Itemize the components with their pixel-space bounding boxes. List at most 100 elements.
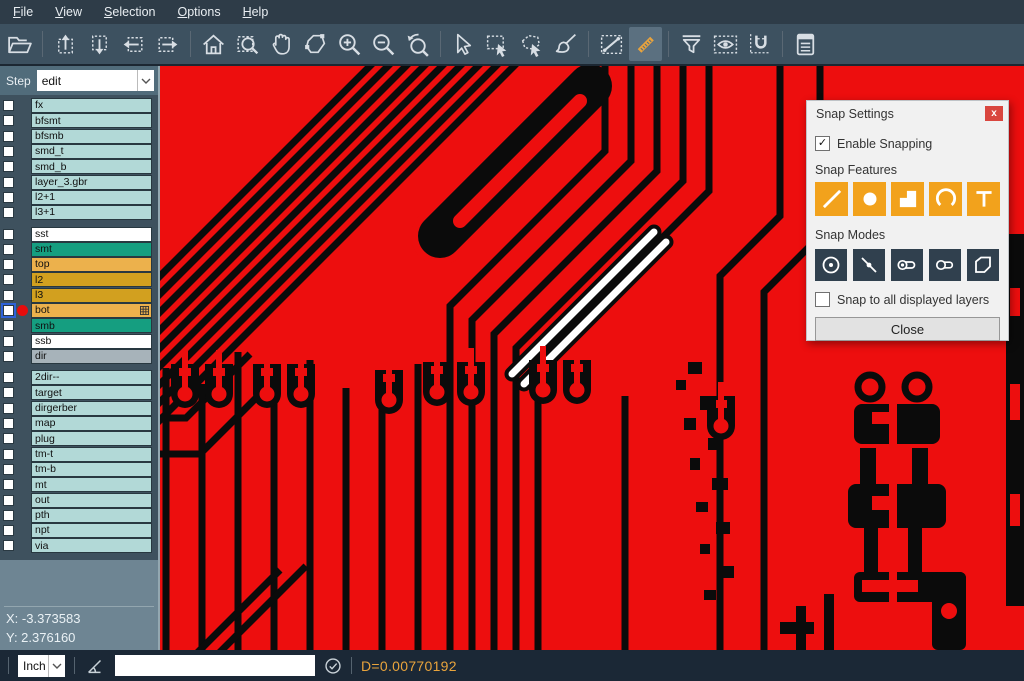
- layer-name-sst[interactable]: sst: [31, 227, 152, 242]
- layer-name-l2+1[interactable]: l2+1: [31, 190, 152, 205]
- open-file-button[interactable]: [3, 27, 36, 61]
- layer-name-out[interactable]: out: [31, 493, 152, 508]
- layer-checkbox-bfsmb[interactable]: [3, 131, 14, 142]
- close-button[interactable]: Close: [815, 317, 1000, 341]
- layer-checkbox-layer_3.gbr[interactable]: [3, 177, 14, 188]
- layer-name-ssb[interactable]: ssb: [31, 334, 152, 349]
- snap-magnet-button[interactable]: [743, 27, 776, 61]
- layer-name-smt[interactable]: smt: [31, 242, 152, 257]
- layer-name-top[interactable]: top: [31, 257, 152, 272]
- layer-checkbox-smd_b[interactable]: [3, 161, 14, 172]
- layer-name-2dir--[interactable]: 2dir--: [31, 370, 152, 385]
- layer-checkbox-bfsmt[interactable]: [3, 115, 14, 126]
- layer-checkbox-ssb[interactable]: [3, 336, 14, 347]
- zoom-in-button[interactable]: [333, 27, 366, 61]
- layer-checkbox-smt[interactable]: [3, 244, 14, 255]
- layer-checkbox-target[interactable]: [3, 387, 14, 398]
- layer-name-smd_b[interactable]: smd_b: [31, 159, 152, 174]
- scroll-right-button[interactable]: [151, 27, 184, 61]
- layer-name-pth[interactable]: pth: [31, 508, 152, 523]
- snap-mode-corner-button[interactable]: [967, 249, 999, 281]
- command-input[interactable]: [115, 655, 315, 676]
- layer-checkbox-smd_t[interactable]: [3, 146, 14, 157]
- menu-file[interactable]: File: [2, 0, 44, 24]
- zoom-previous-button[interactable]: [401, 27, 434, 61]
- layer-checkbox-fx[interactable]: [3, 100, 14, 111]
- layer-name-dirgerber[interactable]: dirgerber: [31, 401, 152, 416]
- angle-measure-icon[interactable]: [84, 655, 106, 677]
- layer-checkbox-tm-t[interactable]: [3, 449, 14, 460]
- layer-checkbox-2dir--[interactable]: [3, 372, 14, 383]
- layer-name-layer_3.gbr[interactable]: layer_3.gbr: [31, 175, 152, 190]
- step-dropdown[interactable]: edit: [37, 70, 154, 91]
- layer-checkbox-dir[interactable]: [3, 351, 14, 362]
- zoom-window-button[interactable]: [231, 27, 264, 61]
- snap-feature-surface-button[interactable]: [891, 182, 924, 216]
- layer-name-bfsmb[interactable]: bfsmb: [31, 129, 152, 144]
- layer-name-smb[interactable]: smb: [31, 318, 152, 333]
- measure-distance-button[interactable]: [595, 27, 628, 61]
- layer-checkbox-dirgerber[interactable]: [3, 403, 14, 414]
- home-view-button[interactable]: [197, 27, 230, 61]
- layer-name-bot[interactable]: bot: [31, 303, 152, 318]
- layer-checkbox-via[interactable]: [3, 540, 14, 551]
- units-dropdown[interactable]: Inch: [18, 655, 65, 677]
- layer-name-fx[interactable]: fx: [31, 98, 152, 113]
- layer-name-smd_t[interactable]: smd_t: [31, 144, 152, 159]
- layer-name-tm-t[interactable]: tm-t: [31, 447, 152, 462]
- layer-checkbox-l3+1[interactable]: [3, 207, 14, 218]
- layer-checkbox-l2[interactable]: [3, 274, 14, 285]
- snap-feature-pad-button[interactable]: [853, 182, 886, 216]
- snap-mode-midpoint-button[interactable]: [853, 249, 885, 281]
- layer-name-via[interactable]: via: [31, 538, 152, 553]
- snap-all-layers-checkbox[interactable]: [815, 292, 830, 307]
- select-polygon-button[interactable]: [515, 27, 548, 61]
- snap-mode-slot-outline-button[interactable]: [929, 249, 961, 281]
- dialog-close-icon[interactable]: x: [985, 106, 1003, 121]
- layer-name-bfsmt[interactable]: bfsmt: [31, 113, 152, 128]
- snap-feature-line-button[interactable]: [815, 182, 848, 216]
- layer-checkbox-mt[interactable]: [3, 479, 14, 490]
- layer-name-l2[interactable]: l2: [31, 272, 152, 287]
- report-button[interactable]: [789, 27, 822, 61]
- ruler-button[interactable]: [629, 27, 662, 61]
- layer-name-dir[interactable]: dir: [31, 349, 152, 364]
- menu-selection[interactable]: Selection: [93, 0, 166, 24]
- layer-checkbox-top[interactable]: [3, 259, 14, 270]
- menu-view[interactable]: View: [44, 0, 93, 24]
- layer-name-l3[interactable]: l3: [31, 288, 152, 303]
- zoom-out-button[interactable]: [367, 27, 400, 61]
- snap-feature-arc-button[interactable]: [929, 182, 962, 216]
- layer-checkbox-pth[interactable]: [3, 510, 14, 521]
- layer-name-npt[interactable]: npt: [31, 523, 152, 538]
- layer-checkbox-bot[interactable]: [3, 305, 14, 316]
- layer-name-map[interactable]: map: [31, 416, 152, 431]
- snap-mode-center-button[interactable]: [815, 249, 847, 281]
- scroll-down-button[interactable]: [83, 27, 116, 61]
- scroll-left-button[interactable]: [117, 27, 150, 61]
- pan-hand-button[interactable]: [265, 27, 298, 61]
- layer-checkbox-tm-b[interactable]: [3, 464, 14, 475]
- layer-checkbox-smb[interactable]: [3, 320, 14, 331]
- layer-name-l3+1[interactable]: l3+1: [31, 205, 152, 220]
- select-rectangle-button[interactable]: [481, 27, 514, 61]
- filter-button[interactable]: [675, 27, 708, 61]
- scroll-up-button[interactable]: [49, 27, 82, 61]
- layer-checkbox-l3[interactable]: [3, 290, 14, 301]
- snap-mode-slot-end-button[interactable]: [891, 249, 923, 281]
- paint-brush-button[interactable]: [549, 27, 582, 61]
- menu-options[interactable]: Options: [166, 0, 231, 24]
- layer-name-mt[interactable]: mt: [31, 477, 152, 492]
- highlight-eye-button[interactable]: [709, 27, 742, 61]
- layer-checkbox-npt[interactable]: [3, 525, 14, 536]
- apply-check-icon[interactable]: [324, 657, 342, 675]
- layer-checkbox-l2+1[interactable]: [3, 192, 14, 203]
- menu-help[interactable]: Help: [232, 0, 280, 24]
- select-pointer-button[interactable]: [447, 27, 480, 61]
- layer-name-tm-b[interactable]: tm-b: [31, 462, 152, 477]
- layer-checkbox-plug[interactable]: [3, 433, 14, 444]
- zoom-polygon-button[interactable]: [299, 27, 332, 61]
- layer-checkbox-out[interactable]: [3, 495, 14, 506]
- enable-snapping-checkbox[interactable]: ✓: [815, 136, 830, 151]
- layer-checkbox-map[interactable]: [3, 418, 14, 429]
